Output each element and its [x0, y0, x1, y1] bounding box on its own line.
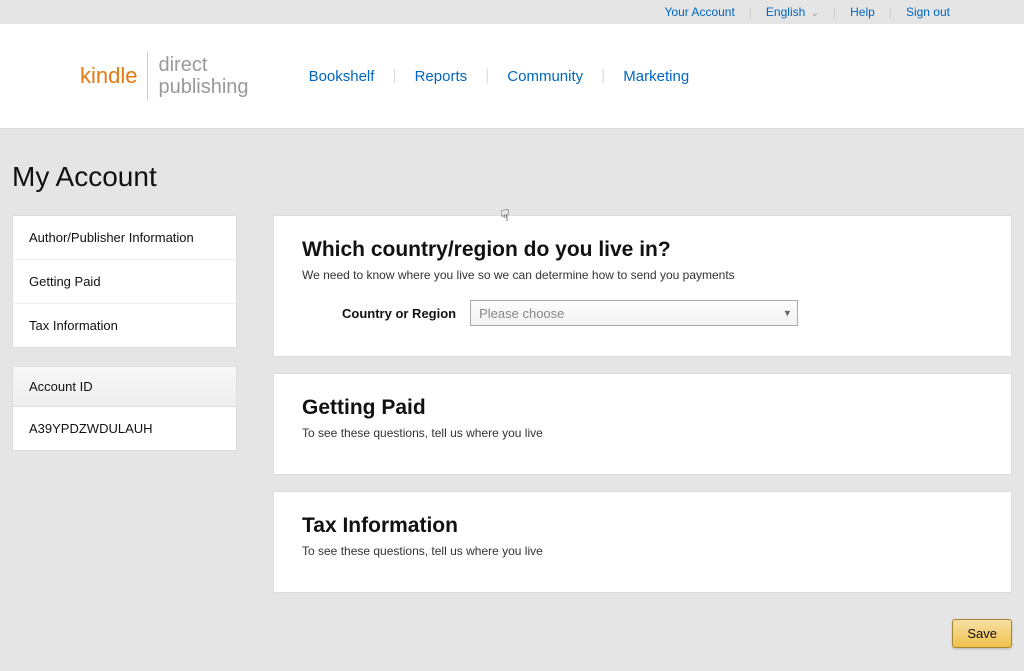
- logo-direct: direct: [158, 54, 248, 76]
- nav-bookshelf[interactable]: Bookshelf: [309, 68, 375, 85]
- main-header: kindle direct publishing Bookshelf | Rep…: [0, 24, 1024, 129]
- sign-out-link[interactable]: Sign out: [892, 5, 964, 19]
- sidebar: Author/Publisher Information Getting Pai…: [12, 215, 237, 648]
- main-panels: Which country/region do you live in? We …: [273, 215, 1012, 648]
- sidebar-sections: Author/Publisher Information Getting Pai…: [12, 215, 237, 348]
- country-field-row: Country or Region Please choose: [342, 300, 983, 326]
- logo-dp: direct publishing: [158, 54, 248, 98]
- panel-getting-paid: Getting Paid To see these questions, tel…: [273, 373, 1012, 475]
- logo-publishing: publishing: [158, 76, 248, 98]
- sidebar-item-author[interactable]: Author/Publisher Information: [13, 216, 236, 260]
- main-nav: Bookshelf | Reports | Community | Market…: [309, 67, 690, 85]
- divider: |: [392, 67, 396, 85]
- language-selector[interactable]: English ⌄: [752, 5, 833, 19]
- page-title: My Account: [12, 161, 1024, 193]
- panel-tax-title: Tax Information: [302, 514, 983, 538]
- panel-country: Which country/region do you live in? We …: [273, 215, 1012, 357]
- divider: |: [601, 67, 605, 85]
- country-select-wrap: Please choose: [470, 300, 798, 326]
- nav-community[interactable]: Community: [507, 68, 583, 85]
- sidebar-item-tax[interactable]: Tax Information: [13, 304, 236, 347]
- panel-country-title: Which country/region do you live in?: [302, 238, 983, 262]
- content-area: Author/Publisher Information Getting Pai…: [0, 215, 1024, 648]
- country-field-label: Country or Region: [342, 306, 456, 321]
- help-link[interactable]: Help: [836, 5, 889, 19]
- panel-country-subtext: We need to know where you live so we can…: [302, 268, 983, 282]
- divider: |: [485, 67, 489, 85]
- country-select[interactable]: Please choose: [470, 300, 798, 326]
- logo-kindle: kindle: [80, 63, 137, 89]
- save-button[interactable]: Save: [952, 619, 1012, 648]
- panel-getting-paid-title: Getting Paid: [302, 396, 983, 420]
- language-label: English: [766, 5, 805, 19]
- logo-separator: [147, 52, 148, 100]
- panel-tax: Tax Information To see these questions, …: [273, 491, 1012, 593]
- nav-marketing[interactable]: Marketing: [623, 68, 689, 85]
- sidebar-item-getting-paid[interactable]: Getting Paid: [13, 260, 236, 304]
- account-id-value: A39YPDZWDULAUH: [13, 407, 236, 450]
- utility-nav: Your Account | English ⌄ | Help | Sign o…: [0, 0, 1024, 24]
- sidebar-account-id: Account ID A39YPDZWDULAUH: [12, 366, 237, 451]
- your-account-link[interactable]: Your Account: [651, 5, 749, 19]
- nav-reports[interactable]: Reports: [415, 68, 468, 85]
- kdp-logo[interactable]: kindle direct publishing: [80, 52, 249, 100]
- panel-tax-subtext: To see these questions, tell us where yo…: [302, 544, 983, 558]
- panel-getting-paid-subtext: To see these questions, tell us where yo…: [302, 426, 983, 440]
- account-id-label: Account ID: [13, 367, 236, 407]
- save-row: Save: [273, 619, 1012, 648]
- chevron-down-icon: ⌄: [811, 8, 819, 19]
